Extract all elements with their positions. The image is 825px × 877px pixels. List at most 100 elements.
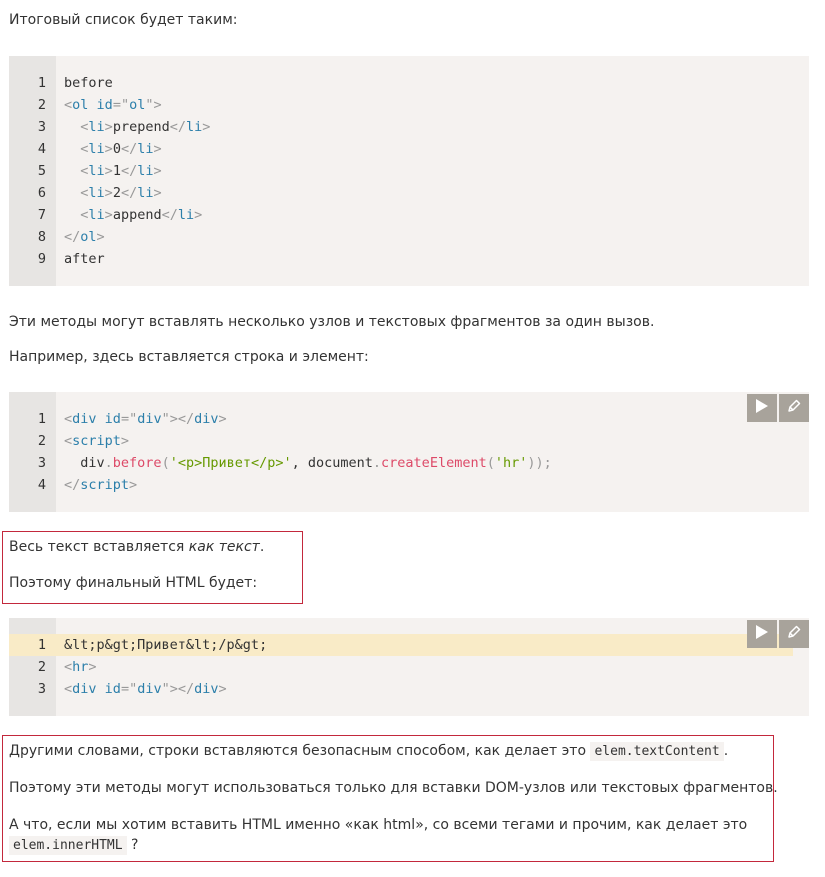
code-token: id	[104, 681, 121, 697]
code-token: ol	[80, 229, 97, 245]
code-token: li	[137, 185, 154, 201]
code-token: hr	[72, 659, 89, 675]
code-token: li	[88, 207, 105, 223]
box1-period: .	[259, 539, 265, 555]
code-token: script	[72, 433, 121, 449]
code-token: <	[64, 659, 73, 675]
code-line: 3 <li>prepend</li>	[9, 116, 809, 138]
code-token: >	[202, 119, 211, 135]
code-line: 7 <li>append</li>	[9, 204, 809, 226]
run-button[interactable]	[747, 394, 777, 422]
code-token: ="	[120, 681, 138, 697]
code-token: .	[104, 455, 113, 471]
code-token: >	[104, 141, 113, 157]
line-number: 6	[37, 185, 46, 201]
code-toolbar	[747, 620, 809, 648]
code-token: >	[129, 477, 138, 493]
code-token: li	[88, 119, 105, 135]
code-token: >	[194, 207, 203, 223]
box2-p3-question: ?	[131, 837, 139, 853]
code-token: id	[96, 97, 113, 113]
code-token: li	[137, 163, 154, 179]
code-line: 5 <li>1</li>	[9, 160, 809, 182]
code-text: <li>append</li>	[64, 204, 202, 226]
code-line: 3 div.before('<p>Привет</p>', document.c…	[9, 452, 809, 474]
code-token: div	[72, 411, 97, 427]
run-button[interactable]	[747, 620, 777, 648]
code-text: <ol id="ol">	[64, 94, 162, 116]
edit-button[interactable]	[779, 394, 809, 422]
code-line: 4 <li>0</li>	[9, 138, 809, 160]
line-number: 9	[37, 251, 46, 267]
code-token: li	[185, 119, 203, 135]
code-token: </	[120, 163, 138, 179]
code-text: <li>1</li>	[64, 160, 162, 182]
box1-text: Весь текст вставляется	[9, 539, 189, 555]
code-token: before	[64, 75, 113, 91]
line-number: 1	[37, 411, 46, 427]
line-number: 5	[37, 163, 46, 179]
code-token: ol	[129, 97, 146, 113]
line-number: 4	[37, 141, 46, 157]
code-token: "></	[161, 681, 195, 697]
code-token: >	[218, 411, 227, 427]
code-token: (	[486, 455, 495, 471]
code-token: </	[120, 141, 138, 157]
code-token: prepend	[112, 119, 170, 135]
code-line: 1 <div id="div"></div>	[9, 408, 809, 430]
code-token: >	[153, 185, 162, 201]
code-token: ol	[72, 97, 89, 113]
code-token: >	[104, 163, 113, 179]
code-token: >	[120, 433, 130, 449]
line-number: 3	[37, 681, 46, 697]
methods-paragraph: Эти методы могут вставлять несколько узл…	[9, 314, 655, 330]
pencil-icon	[787, 399, 801, 417]
code-token: >	[153, 163, 162, 179]
code-token: &lt;p&gt;Привет&lt;/p&gt;	[64, 637, 268, 653]
play-icon	[756, 625, 768, 643]
code-text: &lt;p&gt;Привет&lt;/p&gt;	[64, 634, 267, 656]
code-token: </	[64, 477, 81, 493]
line-number: 7	[37, 207, 46, 223]
code-token: '<p>Привет</p>'	[169, 455, 292, 471]
inline-code-textcontent: elem.textContent	[590, 742, 724, 761]
code-token: div	[64, 455, 105, 471]
play-icon	[756, 399, 768, 417]
code-text: <li>2</li>	[64, 182, 162, 204]
code-token: <	[64, 97, 73, 113]
line-number: 1	[37, 637, 46, 653]
code-line: 2 <ol id="ol">	[9, 94, 809, 116]
code-block-example: 1 <div id="div"></div> 2 <script> 3 div.befo…	[9, 392, 809, 512]
edit-button[interactable]	[779, 620, 809, 648]
code-token: 2	[112, 185, 121, 201]
code-line: 9 after	[9, 248, 809, 270]
box1-line1: Весь текст вставляется как текст.	[9, 537, 264, 557]
code-toolbar	[747, 394, 809, 422]
code-token: li	[177, 207, 195, 223]
code-token: id	[104, 411, 121, 427]
code-token: .	[372, 455, 382, 471]
code-token: createElement	[381, 455, 487, 471]
code-token: , document	[291, 455, 373, 471]
code-token: 'hr'	[494, 455, 528, 471]
box2-p1-text: Другими словами, строки вставляются безо…	[9, 743, 591, 759]
code-token: li	[137, 141, 154, 157]
code-token: >	[218, 681, 227, 697]
code-token: li	[88, 141, 105, 157]
pencil-icon	[787, 625, 801, 643]
line-number: 1	[37, 75, 46, 91]
line-number: 3	[37, 455, 46, 471]
code-token: li	[88, 163, 105, 179]
box2-p1-period: .	[723, 743, 729, 759]
code-token: >	[88, 659, 97, 675]
code-text: after	[64, 248, 105, 270]
code-token: <	[64, 433, 73, 449]
code-token: (	[161, 455, 170, 471]
code-token: script	[80, 477, 130, 493]
